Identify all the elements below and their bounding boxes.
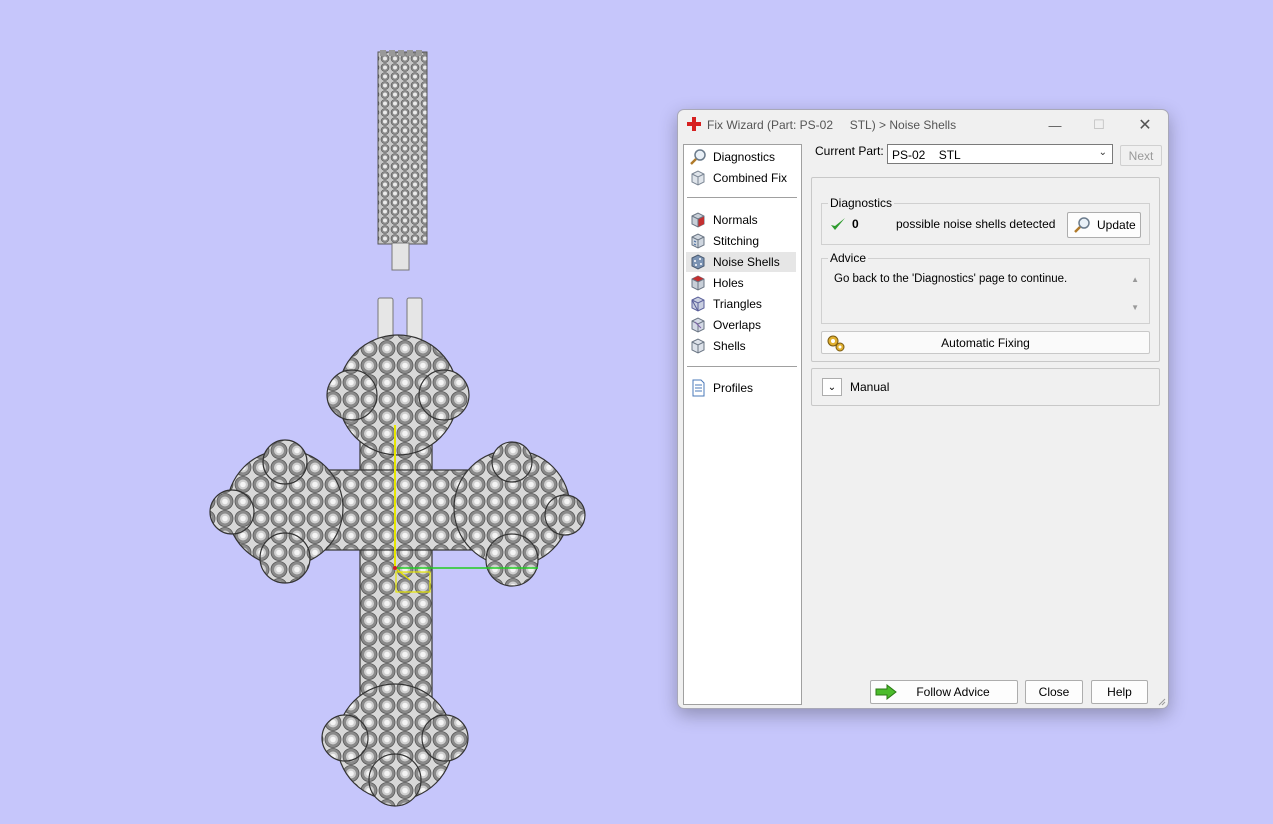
advice-group: Go back to the 'Diagnostics' page to con… (821, 258, 1150, 324)
overlaps-cube-icon (691, 317, 705, 333)
fix-wizard-dialog: Fix Wizard (Part: PS-02 STL) > Noise She… (677, 109, 1169, 709)
next-button[interactable]: Next (1120, 145, 1162, 166)
nav-label: Combined Fix (713, 171, 788, 185)
nav-label: Triangles (713, 297, 762, 311)
checkmark-icon (831, 218, 845, 230)
current-part-label: Current Part: (815, 144, 884, 158)
nav-item-stitching[interactable]: Stitching (686, 231, 796, 251)
nav-label: Noise Shells (713, 255, 780, 269)
nav-item-shells[interactable]: Shells (686, 336, 796, 356)
diagnostics-legend: Diagnostics (828, 196, 895, 210)
automatic-fixing-label: Automatic Fixing (941, 335, 1030, 350)
advice-legend: Advice (828, 251, 869, 265)
title-bar[interactable]: Fix Wizard (Part: PS-02 STL) > Noise She… (678, 110, 1168, 140)
manual-label: Manual (850, 380, 890, 394)
stitching-cube-icon (691, 233, 705, 249)
nav-item-overlaps[interactable]: Overlaps (686, 315, 796, 335)
nav-label: Stitching (713, 234, 760, 248)
noise-shells-panel: 0 possible noise shells detected Update … (811, 177, 1160, 362)
nav-label: Overlaps (713, 318, 762, 332)
magnifier-icon (1074, 217, 1090, 233)
manual-panel: ⌄ Manual (811, 368, 1160, 406)
holes-cube-icon (691, 275, 705, 291)
close-button[interactable]: Close (1025, 680, 1083, 704)
minimize-button[interactable]: — (1040, 115, 1070, 135)
nav-divider (687, 197, 797, 198)
maximize-button[interactable]: ☐ (1084, 115, 1114, 135)
follow-advice-label: Follow Advice (916, 685, 990, 699)
nav-label: Profiles (713, 381, 754, 395)
expand-manual-button[interactable]: ⌄ (822, 378, 842, 396)
nav-item-holes[interactable]: Holes (686, 273, 796, 293)
nav-label: Holes (713, 276, 744, 290)
bail-part[interactable] (377, 50, 428, 271)
document-icon (692, 379, 705, 397)
nav-item-noise-shells[interactable]: Noise Shells (686, 252, 796, 272)
current-part-select[interactable]: PS-02 STL ⌄ (887, 144, 1113, 164)
normals-cube-icon (691, 212, 705, 228)
wizard-nav: Diagnostics Combined Fix Normals Stitchi… (683, 144, 802, 705)
shells-cube-icon (691, 338, 705, 354)
gears-icon (827, 335, 845, 352)
dialog-title: Fix Wizard (Part: PS-02 STL) > Noise She… (707, 118, 957, 132)
diagnostics-text: possible noise shells detected (896, 217, 1056, 231)
advice-text: Go back to the 'Diagnostics' page to con… (834, 273, 1068, 285)
noise-shell-count: 0 (852, 217, 859, 231)
nav-divider (687, 366, 797, 367)
red-cross-icon (687, 117, 701, 131)
magnifier-icon (690, 149, 706, 165)
chevron-down-icon: ⌄ (1098, 147, 1107, 158)
scroll-up-icon[interactable]: ▲ (1131, 275, 1139, 284)
nav-label: Normals (713, 213, 758, 227)
nav-item-diagnostics[interactable]: Diagnostics (686, 147, 796, 167)
green-arrow-icon (875, 684, 897, 700)
update-label: Update (1097, 218, 1136, 232)
nav-label: Shells (713, 339, 746, 353)
current-part-value: PS-02 STL (892, 148, 961, 162)
update-button[interactable]: Update (1067, 212, 1141, 238)
nav-label: Diagnostics (713, 150, 776, 164)
triangles-cube-icon (691, 296, 705, 312)
nav-item-triangles[interactable]: Triangles (686, 294, 796, 314)
resize-grip-icon[interactable] (1156, 696, 1166, 706)
double-chevron-down-icon: ⌄ (827, 381, 837, 393)
cube-icon (691, 170, 705, 186)
follow-advice-button[interactable]: Follow Advice (870, 680, 1018, 704)
automatic-fixing-button[interactable]: Automatic Fixing (821, 331, 1150, 354)
scroll-down-icon[interactable]: ▼ (1131, 303, 1139, 312)
help-button[interactable]: Help (1091, 680, 1148, 704)
close-window-button[interactable]: ✕ (1130, 115, 1160, 135)
nav-item-combined-fix[interactable]: Combined Fix (686, 168, 796, 188)
noise-shells-icon (691, 254, 705, 270)
cross-loops (377, 297, 423, 341)
nav-item-profiles[interactable]: Profiles (686, 378, 796, 398)
nav-item-normals[interactable]: Normals (686, 210, 796, 230)
